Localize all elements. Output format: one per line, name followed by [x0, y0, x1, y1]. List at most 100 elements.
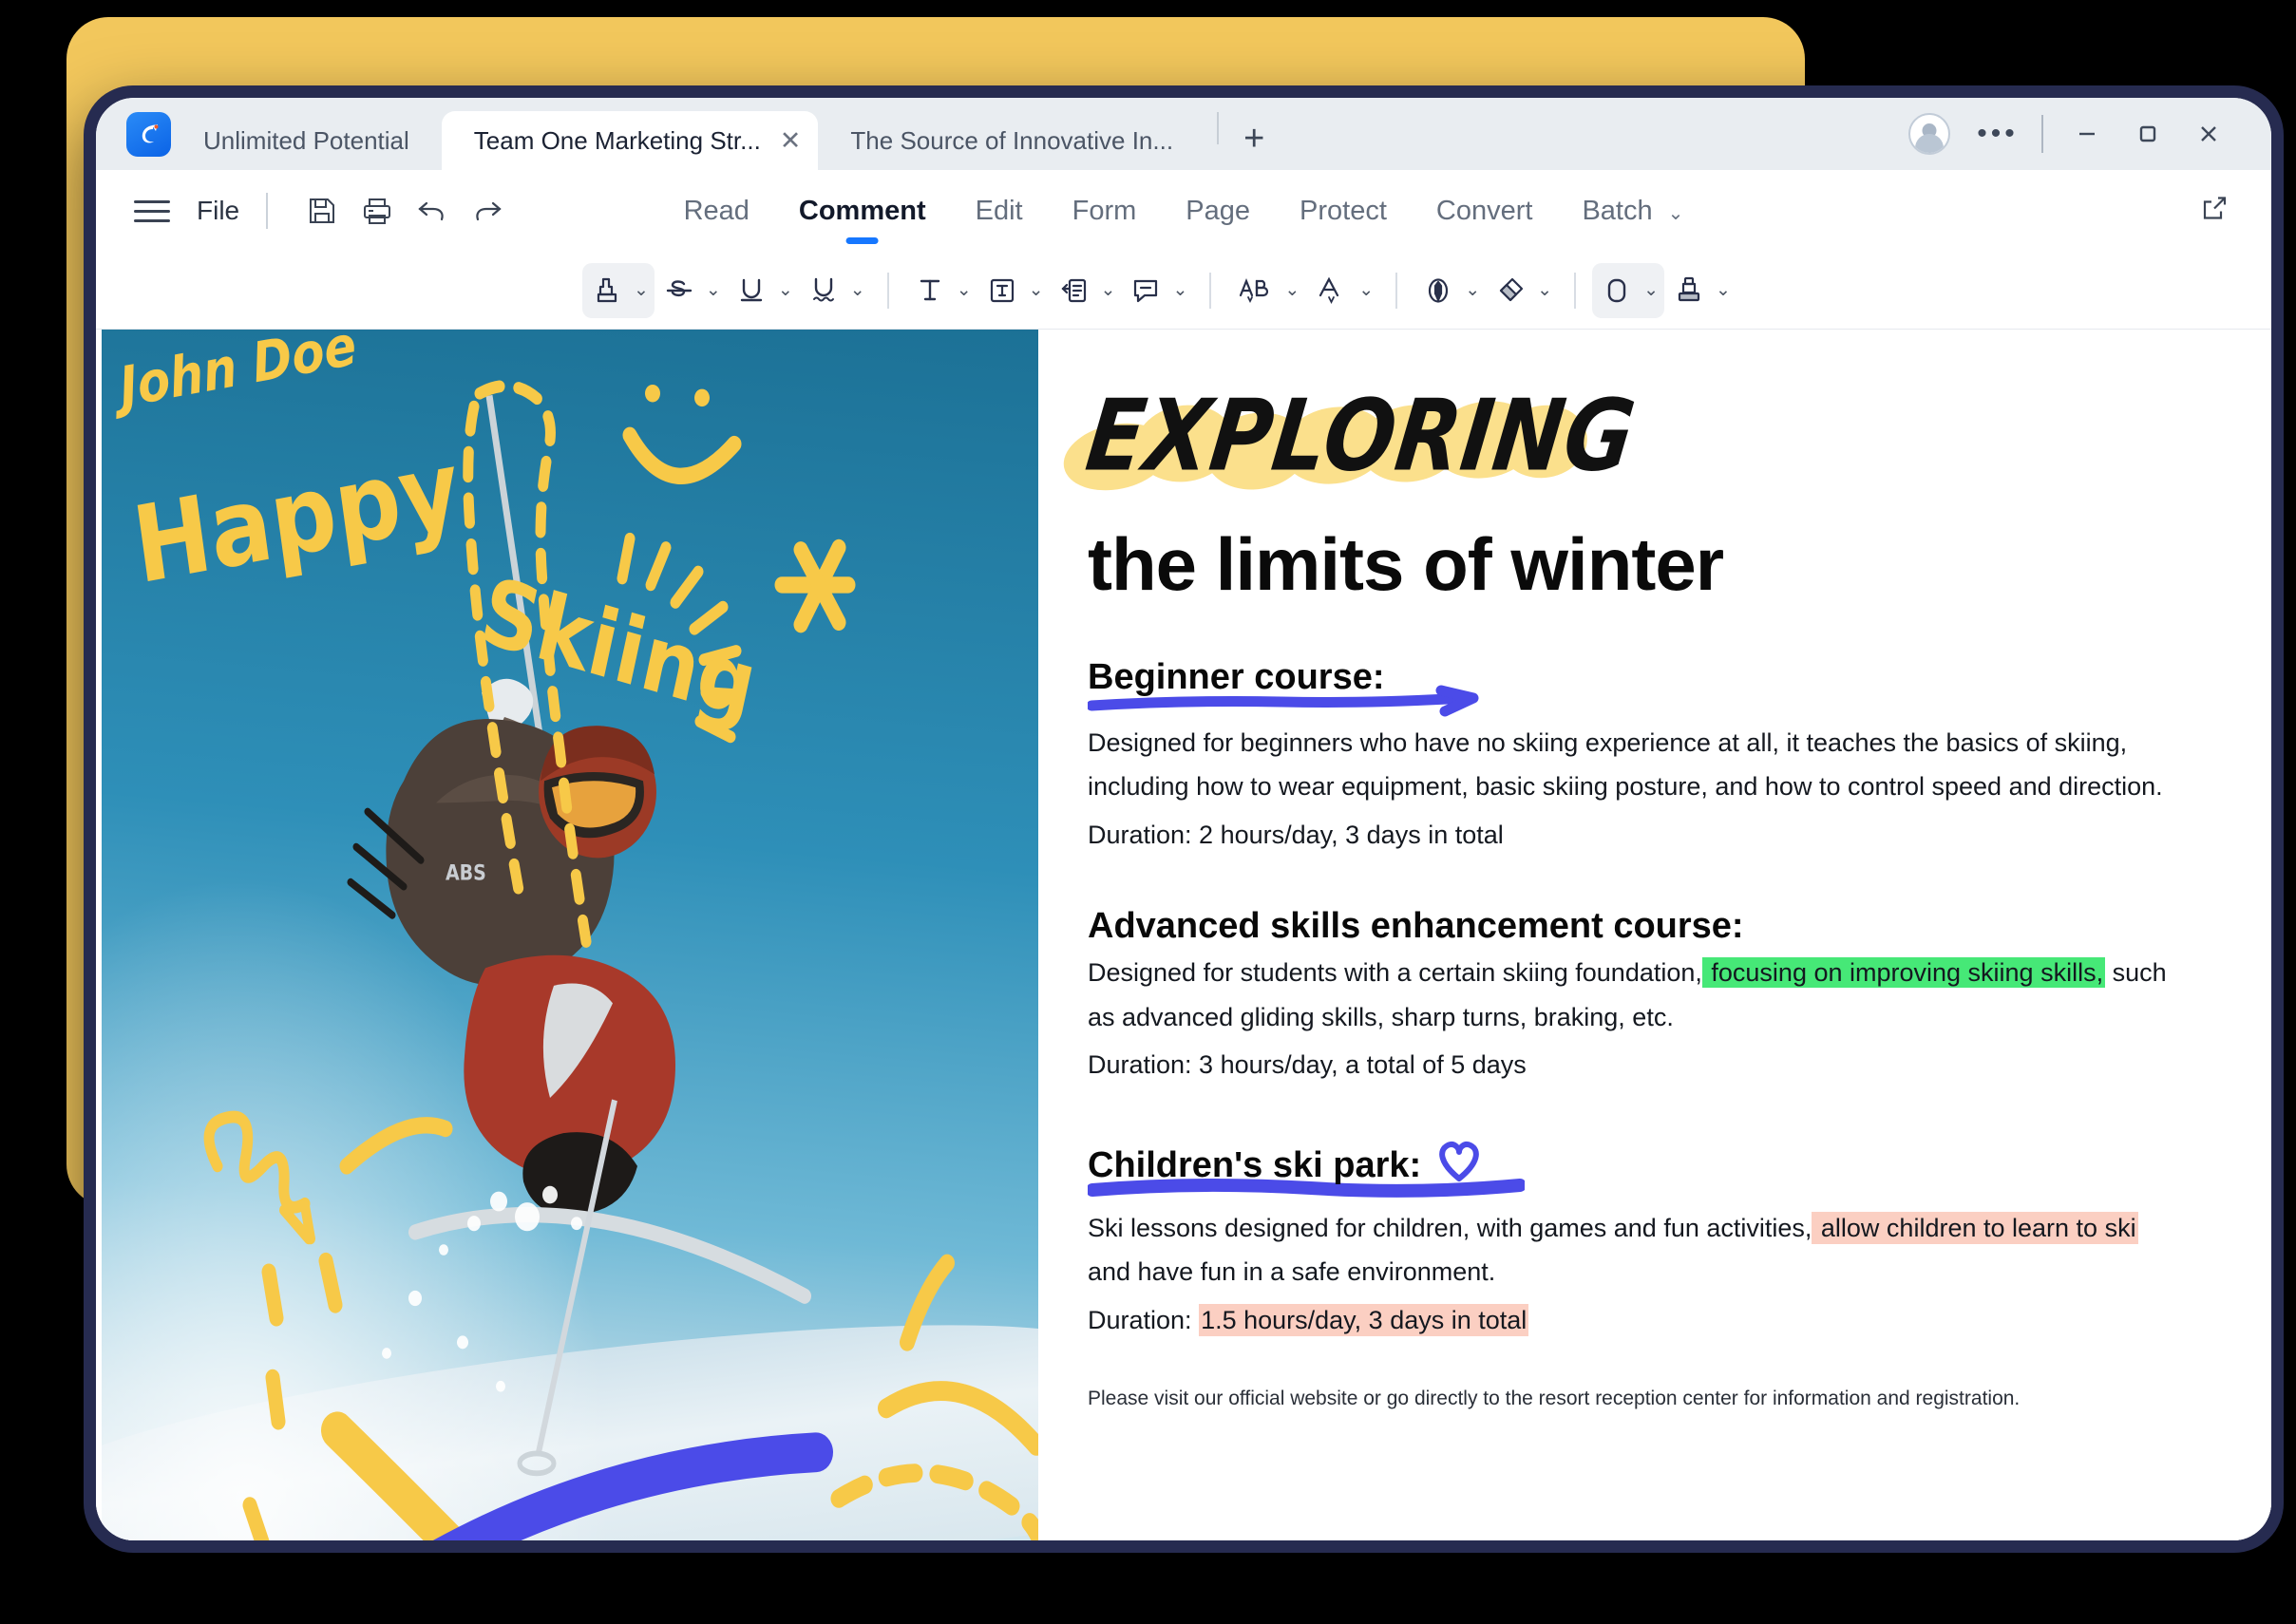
tab-form[interactable]: Form: [1048, 196, 1162, 227]
pink-highlight-duration: 1.5 hours/day, 3 days in total: [1199, 1303, 1529, 1336]
new-tab-button[interactable]: +: [1243, 121, 1264, 157]
ribbon-tab-label: Protect: [1300, 195, 1387, 226]
file-menu[interactable]: File: [197, 196, 239, 226]
hamburger-icon[interactable]: [134, 194, 170, 229]
sticky-note-tool[interactable]: ⌄: [1121, 263, 1193, 318]
note-callout-tool[interactable]: ⌄: [1050, 263, 1122, 318]
tab-label: Unlimited Potential: [203, 125, 409, 155]
chevron-down-icon: ⌄: [1172, 280, 1188, 300]
undo-icon[interactable]: [405, 185, 460, 236]
chevron-down-icon: ⌄: [1537, 280, 1553, 300]
tab-bar: Unlimited Potential Team One Marketing S…: [96, 98, 2271, 170]
insert-text-tool[interactable]: ⌄: [1305, 263, 1379, 318]
more-dots: •••: [1977, 118, 2019, 149]
tab-edit[interactable]: Edit: [951, 196, 1048, 227]
chevron-down-icon: ⌄: [1100, 280, 1116, 300]
chevron-down-icon: ⌄: [956, 280, 972, 300]
chevron-down-icon: ⌄: [849, 280, 865, 300]
section-advanced-course: Advanced skills enhancement course: Desi…: [1088, 906, 2167, 1086]
app-window: Unlimited Potential Team One Marketing S…: [96, 98, 2271, 1540]
signature-doodle: John Doe: [108, 330, 360, 421]
stamp-tool[interactable]: ⌄: [1664, 263, 1736, 318]
green-highlight: focusing on improving skiing skills,: [1701, 957, 2106, 989]
minimize-button[interactable]: [2057, 109, 2117, 159]
shape-rounded-rect-tool[interactable]: ⌄: [1592, 262, 1664, 318]
squiggly-underline-tool[interactable]: ⌄: [799, 263, 871, 318]
tab-read[interactable]: Read: [659, 196, 774, 227]
section-body: Ski lessons designed for children, with …: [1088, 1206, 2167, 1294]
section-body: Designed for beginners who have no skiin…: [1088, 728, 2163, 802]
tab-team-one-marketing[interactable]: Team One Marketing Str... ✕: [441, 111, 819, 170]
tab-divider: [1217, 112, 1220, 144]
screenshot-stage: Unlimited Potential Team One Marketing S…: [0, 0, 2296, 1624]
tab-unlimited-potential[interactable]: Unlimited Potential: [171, 111, 442, 170]
more-options-icon[interactable]: •••: [1967, 109, 2028, 159]
footer-note: Please visit our official website or go …: [1088, 1387, 2021, 1409]
body-pre: Designed for students with a certain ski…: [1088, 958, 1702, 988]
tab-close-icon[interactable]: ✕: [780, 127, 802, 154]
control-divider: [2041, 115, 2043, 153]
section-childrens-ski-park: Children's ski park: Ski lessons designe…: [1088, 1137, 2167, 1342]
app-window-frame: Unlimited Potential Team One Marketing S…: [84, 85, 2284, 1553]
ribbon-tab-label: Read: [683, 195, 750, 226]
highlight-tool[interactable]: ⌄: [582, 262, 655, 318]
tab-protect[interactable]: Protect: [1275, 196, 1412, 227]
skiing-doodle: Skiing: [472, 558, 766, 740]
chevron-down-icon: ⌄: [1358, 280, 1375, 300]
section-heading: Children's ski park:: [1088, 1144, 1422, 1185]
ribbon-tab-label: Batch: [1582, 195, 1653, 226]
maximize-button[interactable]: [2117, 109, 2178, 159]
body-pre: Ski lessons designed for children, with …: [1088, 1213, 1812, 1242]
save-icon[interactable]: [294, 185, 350, 236]
window-controls: •••: [1908, 109, 2239, 159]
toolbar-divider-3: [1395, 272, 1398, 309]
ribbon-tab-label: Edit: [975, 195, 1023, 226]
document-text-page: EXPLORING the limits of winter Beginner …: [1038, 330, 2271, 1540]
replace-text-tool[interactable]: ⌄: [1227, 263, 1305, 318]
close-button[interactable]: [2178, 109, 2239, 159]
section-heading: Beginner course:: [1088, 657, 1385, 697]
page-title-line2: the limits of winter: [1088, 522, 1724, 606]
tab-comment[interactable]: Comment: [774, 196, 951, 227]
underline-tool[interactable]: ⌄: [727, 263, 799, 318]
app-logo-icon: [126, 112, 171, 157]
eraser-tool[interactable]: ⌄: [1486, 263, 1558, 318]
section-heading: Advanced skills enhancement course:: [1088, 906, 1744, 947]
tab-label: The Source of Innovative In...: [850, 125, 1174, 155]
title-block: EXPLORING the limits of winter: [1063, 378, 2167, 608]
chevron-down-icon: ⌄: [705, 280, 721, 300]
tab-source-of-innovative[interactable]: The Source of Innovative In...: [818, 111, 1205, 170]
heart-doodle: [1434, 1137, 1484, 1187]
smiley-face-doodle: [622, 384, 742, 484]
text-tool[interactable]: ⌄: [905, 263, 977, 318]
chevron-down-icon: ⌄: [1667, 202, 1684, 224]
toolbar-divider-4: [1574, 272, 1577, 309]
annotation-toolbar: ⌄ ⌄ ⌄ ⌄ ⌄ ⌄ ⌄ ⌄ ⌄ ⌄ ⌄ ⌄ ⌄ ⌄: [96, 252, 2271, 330]
section-body: Designed for students with a certain ski…: [1088, 951, 2167, 1039]
star-doodle: [774, 538, 856, 633]
ribbon-tab-label: Page: [1186, 195, 1251, 226]
tab-batch[interactable]: Batch ⌄: [1557, 196, 1708, 227]
redo-icon[interactable]: [460, 185, 515, 236]
pen-tool[interactable]: ⌄: [1414, 263, 1486, 318]
strikethrough-tool[interactable]: ⌄: [655, 263, 727, 318]
toolbar-divider-2: [1209, 272, 1212, 309]
text-box-tool[interactable]: ⌄: [977, 263, 1050, 318]
photo-text-doodles: John Doe Happy Skiing: [108, 330, 856, 740]
ribbon-tabs: Read Comment Edit Form Page Protect Conv…: [659, 196, 1709, 227]
print-icon[interactable]: [350, 185, 405, 236]
toolbar-divider-1: [886, 272, 889, 309]
section-duration: Duration: 3 hours/day, a total of 5 days: [1088, 1050, 1527, 1080]
chevron-down-icon: ⌄: [777, 280, 793, 300]
menu-divider: [266, 193, 269, 229]
share-export-icon[interactable]: [2195, 190, 2233, 233]
section-duration: Duration: 2 hours/day, 3 days in total: [1088, 820, 1504, 849]
account-avatar[interactable]: [1908, 113, 1950, 155]
tab-page[interactable]: Page: [1161, 196, 1275, 227]
tab-convert[interactable]: Convert: [1412, 196, 1558, 227]
chevron-down-icon: ⌄: [1284, 280, 1300, 300]
section-beginner-course: Beginner course: Designed for beginners …: [1088, 657, 2167, 857]
tab-list: Unlimited Potential Team One Marketing S…: [171, 98, 1205, 170]
chevron-down-icon: ⌄: [1028, 280, 1044, 300]
body-post: and have fun in a safe environment.: [1088, 1257, 1496, 1287]
